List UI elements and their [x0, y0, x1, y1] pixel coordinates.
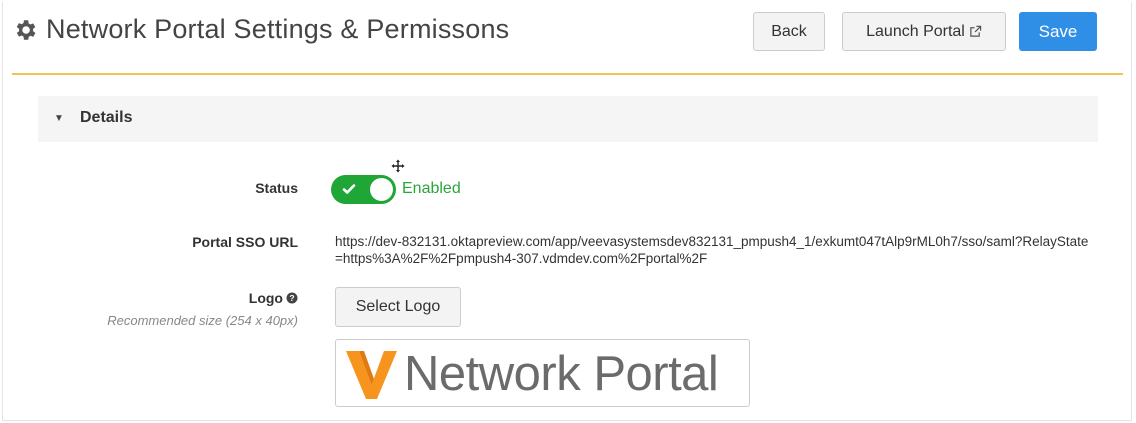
status-label: Status: [255, 180, 298, 196]
move-cursor-icon: [391, 159, 405, 173]
info-icon[interactable]: ?: [286, 292, 298, 304]
svg-text:?: ?: [289, 293, 294, 303]
check-icon: [342, 184, 356, 194]
logo-label-group: Logo ?: [249, 290, 298, 306]
back-button[interactable]: Back: [753, 12, 825, 51]
select-logo-label: Select Logo: [355, 298, 441, 315]
external-link-icon: [970, 25, 982, 37]
save-button[interactable]: Save: [1019, 12, 1097, 51]
launch-portal-button[interactable]: Launch Portal: [842, 12, 1006, 51]
sso-url-label: Portal SSO URL: [192, 234, 298, 250]
title-group: Network Portal Settings & Permissons: [12, 14, 509, 45]
header-divider: [12, 73, 1123, 75]
veeva-v-logo-icon: [346, 351, 397, 399]
page-title: Network Portal Settings & Permissons: [46, 14, 510, 44]
details-section-title: Details: [80, 109, 133, 126]
logo-label: Logo: [248, 290, 283, 306]
save-button-label: Save: [1038, 21, 1078, 41]
logo-size-hint: Recommended size (254 x 40px): [107, 313, 298, 328]
sso-url-value: https://dev-832131.oktapreview.com/app/v…: [335, 234, 1089, 266]
details-section-header[interactable]: ▼ Details: [38, 96, 1098, 142]
select-logo-button[interactable]: Select Logo: [335, 287, 461, 327]
logo-preview-text: Network Portal: [404, 347, 719, 401]
page-header: Network Portal Settings & Permissons Bac…: [12, 10, 1122, 60]
back-button-label: Back: [771, 22, 807, 40]
status-toggle[interactable]: [331, 175, 396, 204]
logo-preview: Network Portal: [335, 339, 750, 407]
status-value: Enabled: [402, 180, 461, 197]
toggle-knob: [370, 178, 393, 201]
launch-portal-label: Launch Portal: [866, 22, 965, 40]
caret-down-icon: ▼: [54, 113, 64, 124]
gear-icon: [16, 19, 36, 40]
